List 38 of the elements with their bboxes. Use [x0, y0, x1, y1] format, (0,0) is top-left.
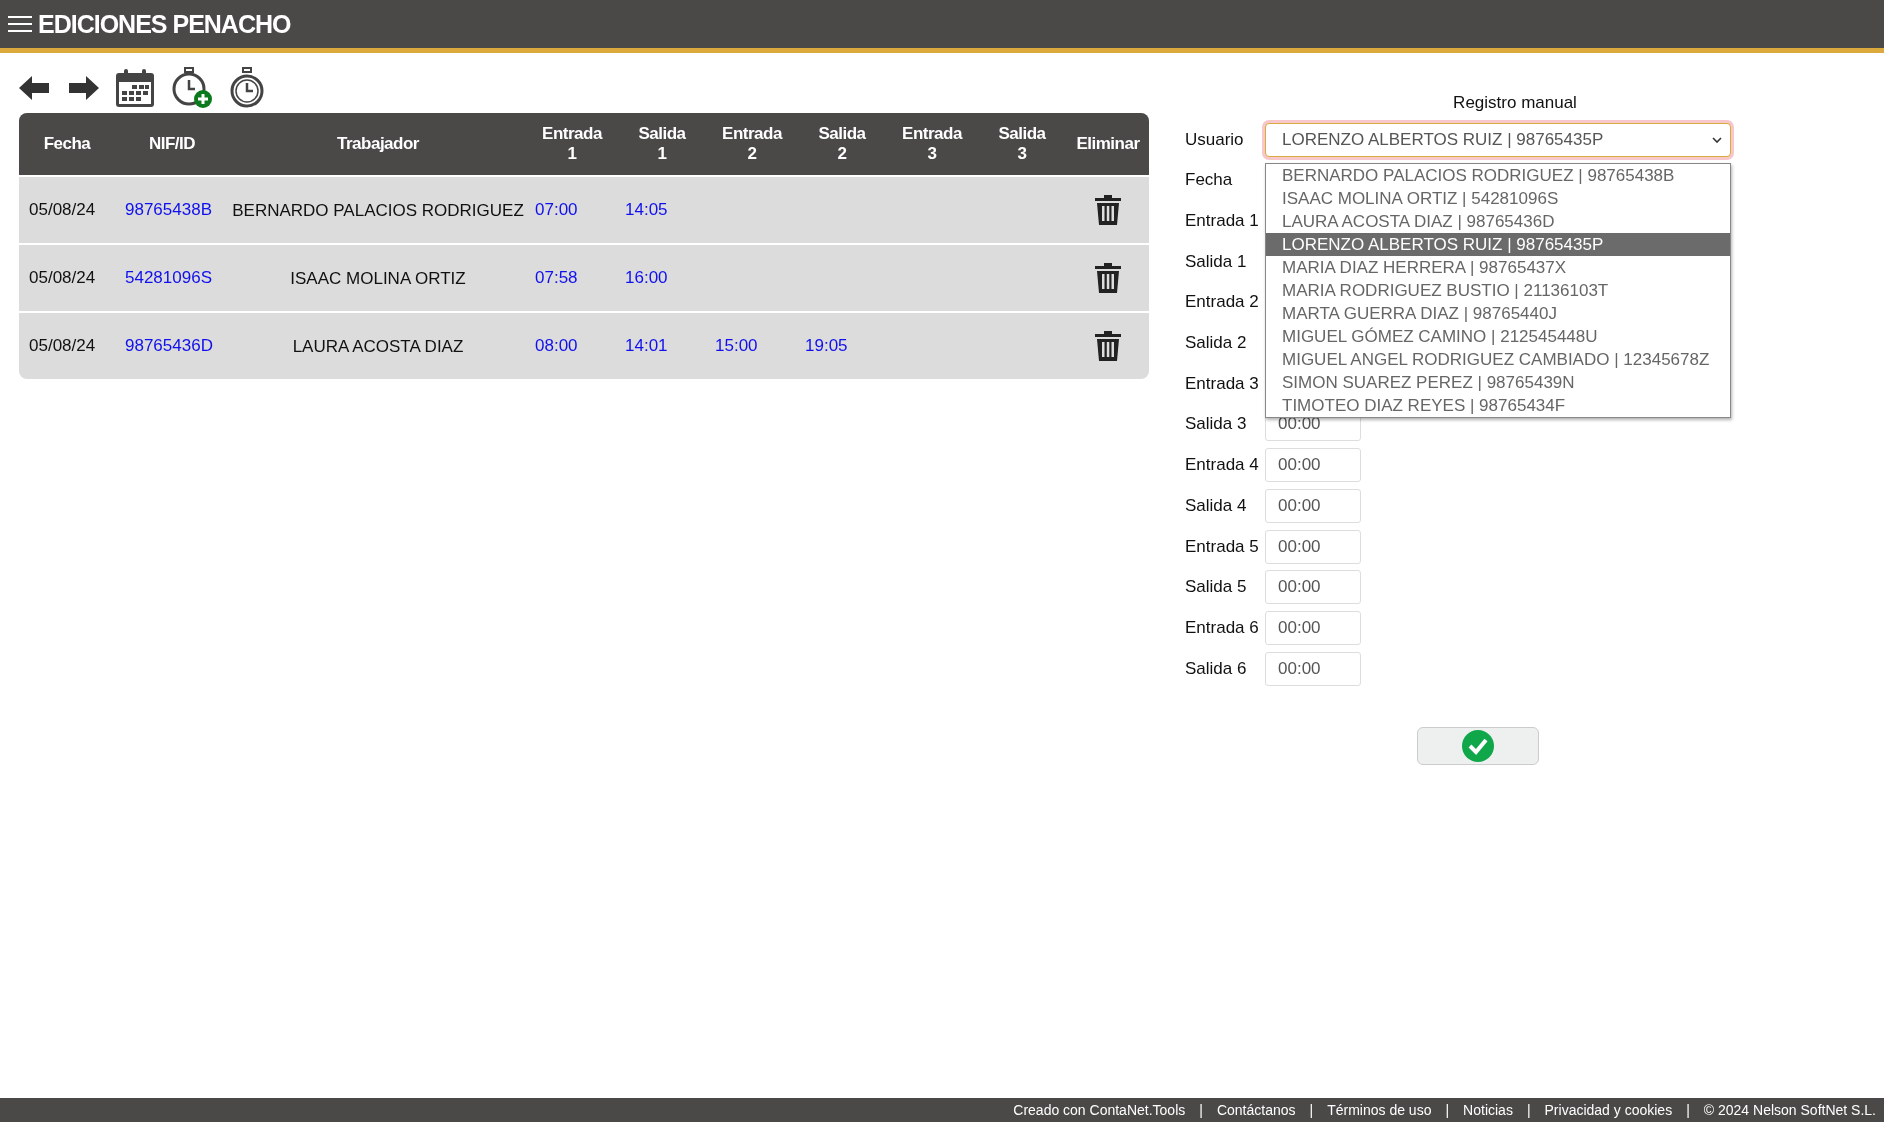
worker-cell-text: ISAAC MOLINA ORTIZ	[289, 267, 467, 289]
worker-cell-text: LAURA ACOSTA DIAZ	[291, 335, 465, 357]
date-cell-text: 05/08/24	[28, 268, 97, 288]
field-label: Fecha	[1185, 170, 1234, 191]
footer-separator: |	[1526, 1102, 1531, 1118]
worker-cell-text: BERNARDO PALACIOS RODRIGUEZ	[231, 199, 525, 221]
column-header: Entrada 3	[901, 124, 964, 164]
footer-separator: |	[1199, 1102, 1203, 1118]
field-label: Salida 2	[1185, 333, 1248, 354]
field-label: Entrada 3	[1185, 373, 1260, 394]
field-label: Entrada 4	[1185, 455, 1260, 476]
column-header: Eliminar	[1075, 134, 1141, 154]
copyright-text: © 2024 Nelson SoftNet S.L.	[1703, 1102, 1876, 1118]
field-label: Entrada 1	[1185, 211, 1260, 232]
field-label: Entrada 5	[1185, 536, 1260, 557]
column-header: Salida 2	[817, 124, 867, 164]
form-title: Registro manual	[1452, 93, 1578, 113]
date-cell-text: 05/08/24	[28, 200, 97, 220]
footer-separator: |	[1445, 1102, 1450, 1118]
field-label: Salida 3	[1185, 414, 1248, 435]
footer-separator: |	[1686, 1102, 1690, 1118]
column-header: Trabajador	[336, 134, 420, 154]
column-header: Entrada 2	[721, 124, 784, 164]
field-label: Salida 6	[1185, 658, 1248, 679]
column-header: Fecha	[42, 134, 92, 154]
column-header: Salida 3	[997, 124, 1047, 164]
column-header: Entrada 1	[541, 124, 604, 164]
column-header: Salida 1	[637, 124, 687, 164]
app-title: EDICIONES PENACHO	[38, 9, 291, 39]
field-label: Salida 4	[1185, 495, 1248, 516]
field-label: Salida 1	[1185, 251, 1248, 272]
footer-separator: |	[1309, 1102, 1314, 1118]
date-cell-text: 05/08/24	[28, 336, 97, 356]
field-label: Entrada 2	[1185, 292, 1260, 313]
field-label: Salida 5	[1185, 577, 1248, 598]
field-label: Usuario	[1185, 129, 1245, 150]
column-header: NIF/ID	[147, 134, 197, 154]
field-label: Entrada 6	[1185, 617, 1260, 638]
